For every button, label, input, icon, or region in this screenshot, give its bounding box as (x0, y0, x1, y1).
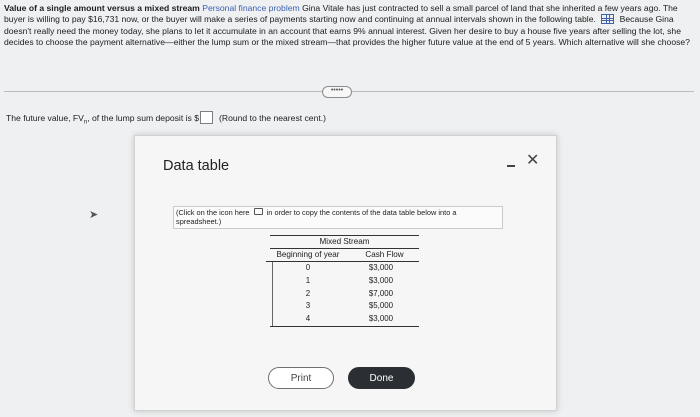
problem-statement: Value of a single amount versus a mixed … (4, 3, 694, 49)
table-row: 3 $5,000 (266, 300, 419, 313)
year-cell: 0 (305, 263, 311, 272)
problem-topic[interactable]: Personal finance problem (202, 3, 299, 13)
table-row: 2 $7,000 (266, 288, 419, 301)
cash-flow-cell: $3,000 (368, 263, 393, 272)
cash-flow-cell: $3,000 (368, 314, 393, 324)
minimize-icon[interactable] (506, 160, 518, 172)
info-text-1: (Click on the icon here (176, 208, 250, 217)
print-button[interactable]: Print (268, 367, 334, 389)
table-row: 0 $3,000 (266, 262, 419, 275)
year-cell: 3 (305, 301, 311, 311)
question-line: The future value, FVn, of the lump sum d… (6, 111, 326, 126)
table-row: 1 $3,000 (266, 275, 419, 288)
copy-icon[interactable] (253, 208, 263, 215)
column-header-cash-flow: Cash Flow (365, 250, 404, 259)
problem-title: Value of a single amount versus a mixed … (4, 3, 200, 13)
dialog-title: Data table (163, 158, 230, 174)
table-caption: Mixed Stream (270, 235, 419, 249)
year-cell: 1 (305, 275, 311, 285)
table-header-row: Beginning of year Cash Flow (266, 249, 419, 262)
copy-instructions: (Click on the icon here in order to copy… (173, 206, 503, 229)
question-hint: (Round to the nearest cent.) (219, 113, 327, 123)
table-body: 0 $3,000 1 $3,000 2 $7,000 3 $5,000 4 $3,000 (266, 262, 419, 326)
cash-flow-cell: $5,000 (368, 301, 393, 311)
question-middle: , of the lump sum deposit is $ (87, 113, 199, 123)
cash-flow-cell: $3,000 (368, 275, 393, 285)
cash-flow-cell: $7,000 (368, 288, 393, 298)
table-row: 4 $3,000 (266, 313, 419, 326)
mixed-stream-table: Mixed Stream Beginning of year Cash Flow… (266, 235, 419, 327)
question-prefix: The future value, FV (6, 113, 84, 123)
mouse-cursor-icon: ➤ (89, 209, 99, 221)
column-separator (272, 262, 273, 326)
year-cell: 4 (305, 314, 311, 324)
done-button[interactable]: Done (348, 367, 415, 389)
column-header-year: Beginning of year (276, 250, 340, 259)
table-bottom-rule (270, 325, 419, 327)
close-icon[interactable]: ✕ (526, 150, 539, 170)
year-cell: 2 (305, 288, 311, 298)
answer-input[interactable] (200, 111, 213, 124)
data-table-icon[interactable] (601, 14, 615, 25)
expand-button[interactable]: ••••• (322, 86, 352, 98)
